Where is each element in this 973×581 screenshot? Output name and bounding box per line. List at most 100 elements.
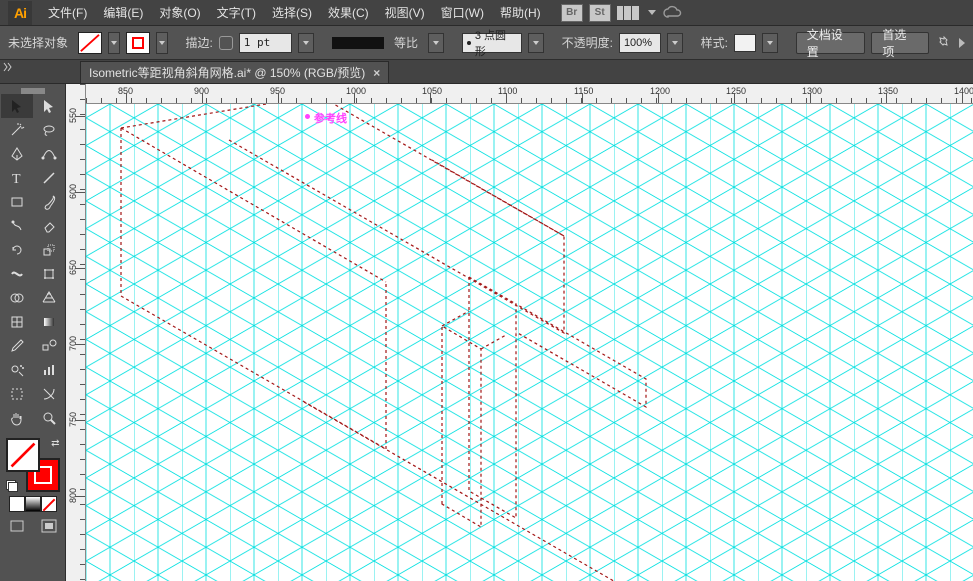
menu-edit[interactable]: 编辑(E) <box>95 0 151 26</box>
brush-profile-dropdown[interactable] <box>528 33 544 53</box>
menu-bar: Ai 文件(F) 编辑(E) 对象(O) 文字(T) 选择(S) 效果(C) 视… <box>0 0 973 26</box>
fill-dropdown[interactable] <box>108 32 120 54</box>
type-tool[interactable]: T <box>1 166 33 190</box>
shaper-tool[interactable] <box>1 214 33 238</box>
fill-swatch[interactable] <box>78 32 102 54</box>
brush-profile-select[interactable]: 3 点圆形 <box>462 33 522 53</box>
brush-definition-preview[interactable] <box>332 37 384 49</box>
artboard-canvas[interactable]: 参考线 <box>86 104 973 581</box>
opacity-dropdown[interactable] <box>667 33 683 53</box>
draw-mode-icon[interactable] <box>1 516 33 536</box>
document-tab-strip: Isometric等距视角斜角网格.ai* @ 150% (RGB/预览) × <box>0 60 973 84</box>
stroke-weight-input[interactable]: 1 pt <box>239 33 293 53</box>
hruler-label: 1000 <box>346 86 366 96</box>
paintbrush-tool[interactable] <box>33 190 65 214</box>
stroke-link-icon[interactable] <box>219 36 233 50</box>
menu-type[interactable]: 文字(T) <box>209 0 264 26</box>
menu-object[interactable]: 对象(O) <box>151 0 208 26</box>
default-fill-stroke-icon[interactable] <box>6 480 18 492</box>
opacity-label[interactable]: 不透明度: <box>562 34 613 51</box>
width-tool[interactable] <box>1 262 33 286</box>
tools-panel-grip[interactable] <box>0 84 65 94</box>
arrange-documents-icon[interactable] <box>617 6 639 20</box>
eraser-tool[interactable] <box>33 214 65 238</box>
screen-mode-icon[interactable] <box>33 516 65 536</box>
document-tab[interactable]: Isometric等距视角斜角网格.ai* @ 150% (RGB/预览) × <box>80 61 389 83</box>
column-graph-tool[interactable] <box>33 358 65 382</box>
collapse-control-bar-icon[interactable] <box>959 38 965 48</box>
selection-tool[interactable] <box>1 94 33 118</box>
pen-tool[interactable] <box>1 142 33 166</box>
hand-tool[interactable] <box>1 406 33 430</box>
line-segment-tool[interactable] <box>33 166 65 190</box>
document-tab-title: Isometric等距视角斜角网格.ai* @ 150% (RGB/预览) <box>89 64 365 81</box>
hruler-label: 1100 <box>498 86 517 96</box>
menu-file[interactable]: 文件(F) <box>40 0 95 26</box>
slice-tool[interactable] <box>33 382 65 406</box>
hruler-label: 1400 <box>954 86 973 96</box>
eyedropper-tool[interactable] <box>1 334 33 358</box>
menu-effect[interactable]: 效果(C) <box>320 0 377 26</box>
tools-panel: T <box>0 84 66 581</box>
direct-selection-tool[interactable] <box>33 94 65 118</box>
color-mode-none[interactable] <box>41 496 57 512</box>
symbol-sprayer-tool[interactable] <box>1 358 33 382</box>
graphic-style-dropdown[interactable] <box>762 33 778 53</box>
close-tab-icon[interactable]: × <box>373 66 380 80</box>
horizontal-ruler[interactable]: 8509009501000105011001150120012501300135… <box>86 84 973 104</box>
hruler-label: 1300 <box>802 86 822 96</box>
style-label[interactable]: 样式: <box>701 34 728 51</box>
shape-builder-tool[interactable] <box>1 286 33 310</box>
color-mode-solid[interactable] <box>9 496 25 512</box>
stroke-weight-dropdown[interactable] <box>298 33 314 53</box>
perspective-grid-tool[interactable] <box>33 286 65 310</box>
pin-panel-icon[interactable] <box>935 34 953 52</box>
curvature-tool[interactable] <box>33 142 65 166</box>
arrange-documents-dropdown[interactable] <box>648 10 656 15</box>
panel-collapse-toggle[interactable] <box>0 60 14 74</box>
menu-select[interactable]: 选择(S) <box>264 0 320 26</box>
fill-stroke-indicator[interactable]: ⇄ <box>6 438 60 492</box>
variable-width-dropdown[interactable] <box>428 33 444 53</box>
document-setup-button[interactable]: 文档设置 <box>796 32 866 54</box>
bridge-button[interactable]: Br <box>561 4 583 22</box>
menu-help[interactable]: 帮助(H) <box>492 0 549 26</box>
isometric-shape-paths[interactable] <box>86 104 973 581</box>
stroke-label[interactable]: 描边: <box>186 34 213 51</box>
stock-button[interactable]: St <box>589 4 611 22</box>
artboard-tool[interactable] <box>1 382 33 406</box>
control-bar: 未选择对象 描边: 1 pt 等比 3 点圆形 不透明度: 100% 样式: 文… <box>0 26 973 60</box>
lasso-tool[interactable] <box>33 118 65 142</box>
hruler-label: 1250 <box>726 86 746 96</box>
hruler-label: 1050 <box>422 86 442 96</box>
app-logo: Ai <box>8 1 32 25</box>
preferences-button[interactable]: 首选项 <box>871 32 929 54</box>
guide-anchor-icon <box>305 114 310 119</box>
stroke-swatch[interactable] <box>126 32 150 54</box>
hruler-label: 1150 <box>574 86 593 96</box>
fill-color-indicator[interactable] <box>6 438 40 472</box>
blend-tool[interactable] <box>33 334 65 358</box>
rectangle-tool[interactable] <box>1 190 33 214</box>
svg-text:T: T <box>12 172 21 186</box>
hruler-label: 1200 <box>650 86 670 96</box>
color-mode-gradient[interactable] <box>25 496 41 512</box>
rotate-tool[interactable] <box>1 238 33 262</box>
graphic-style-swatch[interactable] <box>734 34 756 52</box>
hruler-label: 1350 <box>878 86 898 96</box>
mesh-tool[interactable] <box>1 310 33 334</box>
magic-wand-tool[interactable] <box>1 118 33 142</box>
sync-status-icon[interactable] <box>662 5 684 21</box>
scale-tool[interactable] <box>33 238 65 262</box>
swap-fill-stroke-icon[interactable]: ⇄ <box>51 438 59 449</box>
vertical-ruler[interactable]: 550600650700750800 <box>66 84 86 581</box>
menu-window[interactable]: 窗口(W) <box>433 0 492 26</box>
menu-view[interactable]: 视图(V) <box>377 0 433 26</box>
zoom-tool[interactable] <box>33 406 65 430</box>
opacity-input[interactable]: 100% <box>619 33 661 53</box>
color-mode-row <box>9 496 57 512</box>
gradient-tool[interactable] <box>33 310 65 334</box>
variable-width-label: 等比 <box>394 34 418 51</box>
stroke-dropdown[interactable] <box>156 32 168 54</box>
free-transform-tool[interactable] <box>33 262 65 286</box>
